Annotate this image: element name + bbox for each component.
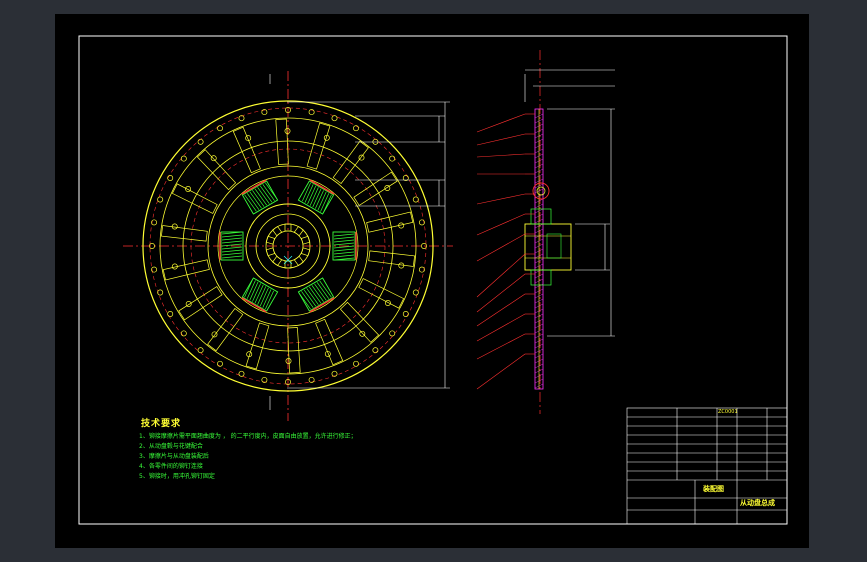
rivet-hole [284,128,291,134]
rivet-hole [389,330,396,337]
rivet-hole [412,289,419,296]
friction-slot [366,211,414,233]
tech-line-5: 5、铆接时，用冲孔铆钉固定 [139,473,215,480]
damper-spring [297,277,335,313]
clutch-disc-section-view [476,50,615,414]
friction-slot [353,171,398,206]
drawing-number-top: ZC0001 [718,409,738,415]
rivet-hole [185,301,192,307]
rivet-hole [358,154,365,161]
part-leader [476,213,526,236]
part-leader [476,253,526,298]
rivet-hole [285,358,292,364]
part-leader [476,313,526,342]
spline-tooth [300,247,311,257]
friction-slot [358,278,405,309]
part-leader [476,273,526,313]
rivet-hole [217,125,223,132]
tech-line-2: 2、从动盘毂与花键配合 [139,443,203,450]
friction-slot [306,122,331,170]
rivet-hole [331,115,338,122]
spline-tooth [272,225,283,237]
spline-tooth [272,255,283,267]
damper-spring-section [532,182,550,200]
part-leader [476,353,526,390]
rivet-hole [384,185,391,191]
part-leader [476,193,526,205]
drawing-sheet: 技术要求 1、铆接摩擦片需平面翘曲度为 ， 的二平行度内，皮面自由放置，允许进行… [55,14,809,548]
part-leader [476,153,526,158]
rivet-hole [180,155,187,162]
rivet-hole [167,311,174,317]
drawing-type-label: 装配图 [703,485,724,493]
assembly-name-label: 从动盘总成 [740,499,775,507]
part-leader [476,293,526,327]
rivet-hole [384,300,391,306]
spline-tooth [293,225,304,237]
friction-slot [162,259,210,281]
friction-slot [232,126,261,174]
friction-slot [315,318,344,366]
damper-spring [297,179,335,215]
rivet-hole [157,196,164,203]
tech-line-4: 4、各零件间的铆钉连接 [139,463,203,470]
friction-slot [178,286,223,321]
rivet-hole [402,311,409,317]
cad-viewport[interactable]: 技术要求 1、铆接摩擦片需平面翘曲度为 ， 的二平行度内，皮面自由放置，允许进行… [0,0,867,562]
part-leader [476,113,526,133]
rivet-hole [389,155,396,162]
rivet-hole [180,330,187,337]
rivet-hole [210,155,217,162]
spline-tooth [265,247,276,257]
part-leader [476,233,526,262]
part-leader [476,133,526,146]
spline-tooth [293,255,304,267]
friction-slot [207,308,244,352]
spline-tooth [265,235,276,245]
damper-spring [241,179,279,215]
rivet-hole [167,175,174,181]
rivet-hole [197,138,204,145]
rivet-hole [372,347,379,354]
damper-spring [241,277,279,313]
friction-slot [332,140,369,184]
clutch-disc-front-view [123,71,453,421]
tech-requirements-title: 技术要求 [141,419,182,429]
rivet-hole [353,360,359,367]
rivet-hole [185,186,192,192]
rivet-hole [238,370,245,377]
rivet-hole [217,360,223,367]
spline-tooth [300,235,311,245]
tech-line-1: 1、铆接摩擦片需平面翘曲度为 ， 的二平行度内，皮面自由放置，允许进行修正； [139,433,357,440]
rivet-hole [359,330,366,337]
tech-line-3: 3、摩擦片与从动盘装配后 [139,453,209,460]
rivet-hole [353,125,359,132]
rivet-hole [197,347,204,354]
part-leaders [476,113,535,390]
hub-section [524,223,572,271]
friction-slot [171,183,218,214]
rivet-hole [211,331,218,338]
front-view-dimensions [269,74,450,410]
friction-slot [245,322,270,370]
part-leader [476,333,526,360]
